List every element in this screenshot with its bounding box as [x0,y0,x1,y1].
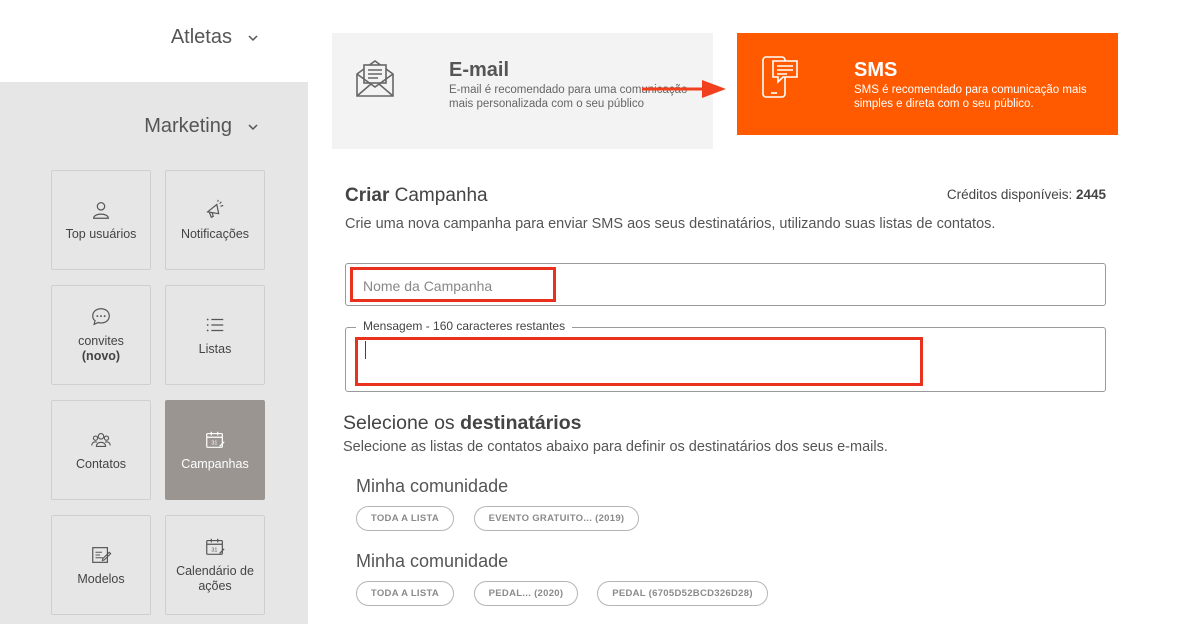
message-legend: Mensagem - 160 caracteres restantes [356,319,573,333]
tile-label: convites (novo) [78,334,124,364]
channel-title: E-mail [449,59,510,81]
new-badge: (novo) [81,349,121,363]
list-icon [206,318,224,331]
contact-group-title: Minha comunidade [356,476,509,496]
tile-invites[interactable]: convites (novo) [51,285,151,385]
users-group-icon [91,432,111,447]
tile-contacts[interactable]: Contatos [51,400,151,500]
channel-description: SMS é recomendado para comunicação mais … [854,84,1087,110]
chevron-down-icon [248,123,258,130]
tile-label: Campanhas [181,456,249,471]
page-title-bold: Criar [345,185,390,206]
message-field [345,327,1106,392]
tile-label: Calendário de ações [176,564,254,594]
sidebar-section-label: Atletas [170,26,232,48]
credits-label: Créditos disponíveis: [946,187,1076,202]
arrow-right-icon [642,80,726,98]
recipients-title: Selecione os destinatários [343,412,581,435]
tile-label: Notificações [180,226,250,241]
template-edit-icon [92,546,112,563]
list-chip[interactable]: PEDAL (6705D52BCD326D28) [597,581,768,606]
tile-templates[interactable]: Modelos [51,515,151,615]
list-chip[interactable]: TODA A LISTA [356,581,454,606]
tile-action-calendar[interactable]: 31 Calendário de ações [165,515,265,615]
recipients-subtitle: Selecione as listas de contatos abaixo p… [343,439,888,455]
campaign-name-field [345,263,1106,306]
tile-top-users[interactable]: Top usuários [51,170,151,270]
text-cursor [365,341,366,359]
chat-bubble-icon [92,308,110,326]
tile-label: Modelos [77,571,125,586]
page-title: Criar Campanha [345,185,488,207]
tile-notifications[interactable]: Notificações [165,170,265,270]
tile-label: Contatos [75,456,127,471]
page-title-rest: Campanha [389,185,488,206]
tile-label: Top usuários [65,226,137,241]
svg-text:31: 31 [211,440,217,446]
channel-title: SMS [854,59,898,81]
tile-campaigns[interactable]: 31 Campanhas [165,400,265,500]
phone-message-icon [762,56,798,98]
megaphone-icon [206,199,224,218]
tile-label-line: ações [198,579,232,593]
credits-value: 2445 [1075,187,1106,202]
tile-label-line: Calendário de [176,564,254,578]
chevron-down-icon [248,34,258,41]
sidebar-section-athletes[interactable]: Atletas [171,26,260,49]
list-chip[interactable]: TODA A LISTA [356,506,454,531]
tile-label: Listas [198,341,232,356]
list-chip[interactable]: PEDAL... (2020) [474,581,578,606]
recipients-title-rest: Selecione os [343,412,461,434]
credits-available: Créditos disponíveis: 2445 [947,187,1106,202]
message-textarea[interactable] [363,340,1083,380]
contact-group-title: Minha comunidade [356,551,509,571]
sidebar-section-marketing[interactable]: Marketing [144,115,260,138]
channel-card-sms[interactable]: SMS SMS é recomendado para comunicação m… [737,33,1118,135]
sidebar-top-section [0,0,308,82]
sidebar: Atletas Marketing Top usuários Notificaç… [0,0,308,624]
sidebar-section-label: Marketing [144,115,232,137]
envelope-icon [356,60,394,97]
calendar-icon: 31 [206,538,225,555]
svg-text:31: 31 [211,548,217,554]
calendar-icon: 31 [206,431,225,448]
tile-label-text: convites [78,334,124,348]
campaign-name-input[interactable] [363,276,1063,296]
page-subtitle: Crie uma nova campanha para enviar SMS a… [345,216,996,232]
recipients-title-bold: destinatários [460,412,582,434]
tile-lists[interactable]: Listas [165,285,265,385]
list-chip[interactable]: EVENTO GRATUITO... (2019) [474,506,639,531]
user-icon [93,201,109,219]
